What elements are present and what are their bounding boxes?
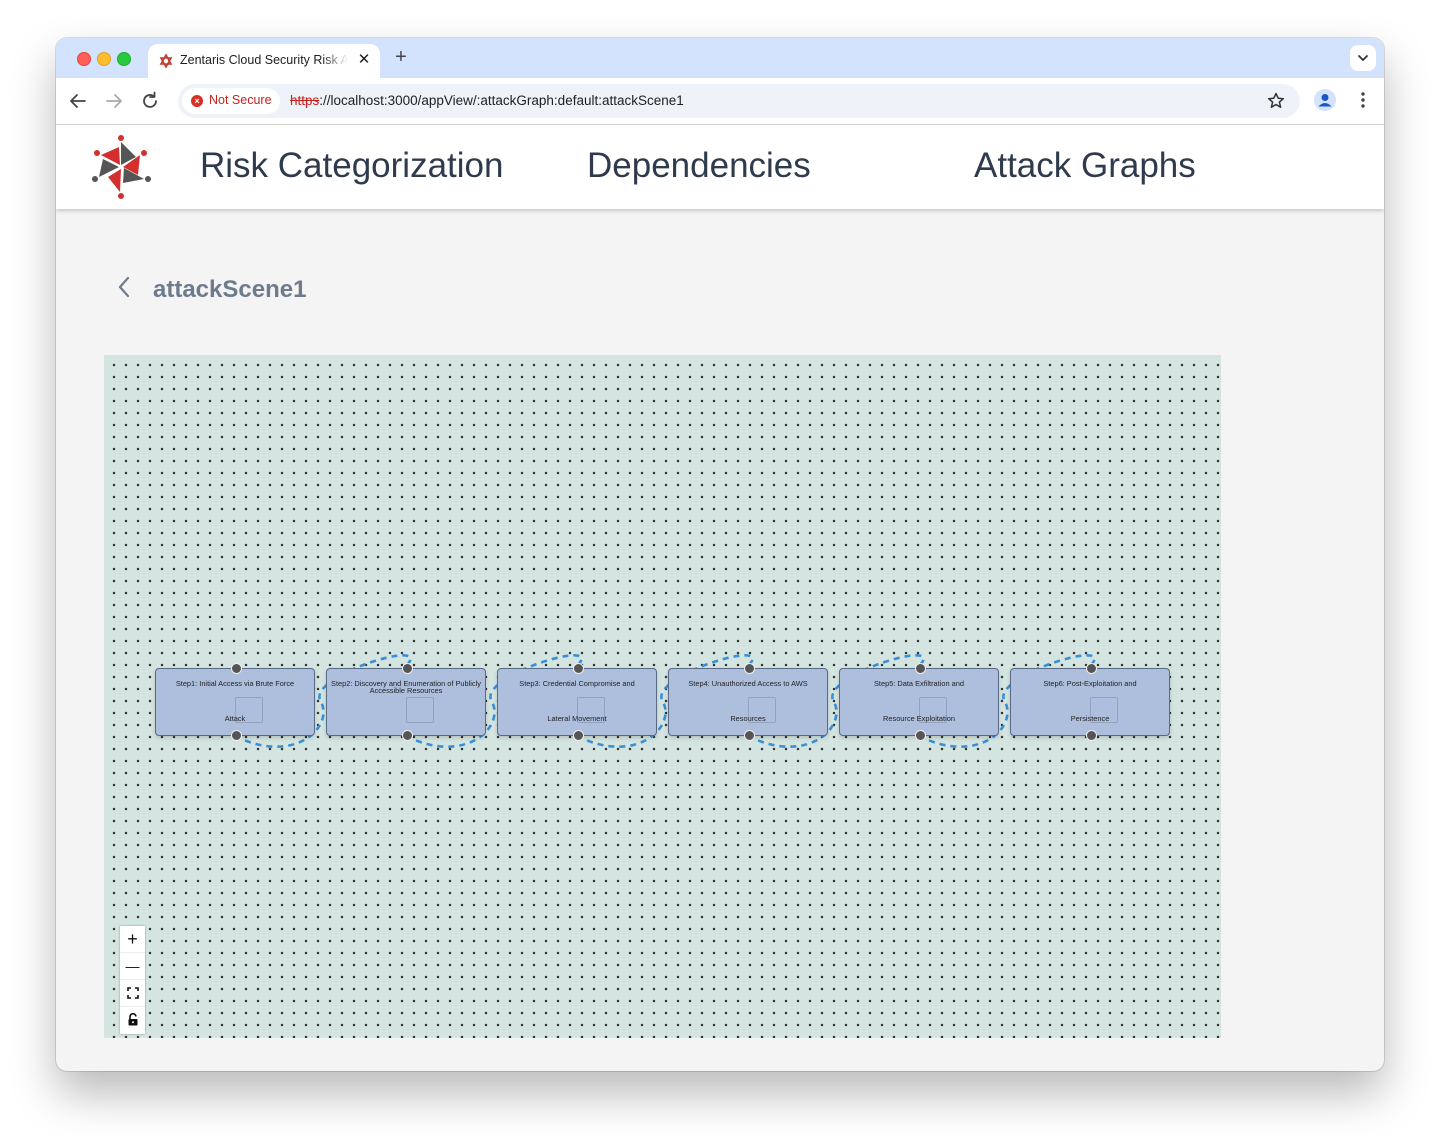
fit-view-button[interactable] [120, 980, 145, 1007]
graph-node-step6[interactable]: Step6: Post-Exploitation and Persistence [1010, 663, 1170, 741]
node-handle-top[interactable] [915, 663, 926, 674]
node-handle-bottom[interactable] [1086, 730, 1097, 741]
minimize-window-button[interactable] [97, 52, 111, 66]
tab-strip: Zentaris Cloud Security Risk Assessment … [56, 38, 1384, 78]
security-chip-label: Not Secure [209, 93, 272, 107]
url-path: ://localhost:3000/appView/:attackGraph:d… [319, 93, 684, 108]
lock-button[interactable] [120, 1007, 145, 1033]
browser-window: Zentaris Cloud Security Risk Assessment … [56, 38, 1384, 1071]
maximize-window-button[interactable] [117, 52, 131, 66]
zoom-in-button[interactable]: + [120, 926, 145, 953]
node-handle-bottom[interactable] [402, 730, 413, 741]
warning-icon: × [191, 95, 203, 107]
tab-close-button[interactable]: ✕ [356, 52, 372, 68]
zentaris-logo-icon [92, 135, 151, 199]
browser-tab[interactable]: Zentaris Cloud Security Risk Assessment … [148, 44, 380, 78]
node-label: Step4: Unauthorized Access to AWS [688, 679, 808, 688]
nav-dependencies[interactable]: Dependencies [587, 146, 811, 186]
url-text: https://localhost:3000/appView/:attackGr… [290, 93, 684, 108]
node-handle-bottom[interactable] [231, 730, 242, 741]
node-handle-bottom[interactable] [915, 730, 926, 741]
browser-toolbar: × Not Secure https://localhost:3000/appV… [56, 78, 1384, 125]
menu-kebab-icon[interactable] [1352, 89, 1374, 111]
profile-avatar-icon[interactable] [1314, 89, 1336, 111]
forward-arrow-icon[interactable] [102, 89, 126, 113]
node-icon-placeholder [406, 697, 434, 723]
new-tab-button[interactable]: + [390, 46, 412, 68]
graph-node-step2[interactable]: Step2: Discovery and Enumeration of Publ… [326, 663, 486, 741]
tab-search-button[interactable] [1350, 45, 1376, 71]
reload-icon[interactable] [138, 89, 162, 113]
graph-node-step5[interactable]: Step5: Data Exfiltration and Resource Ex… [839, 663, 999, 741]
graph-node-step1[interactable]: Step1: Initial Access via Brute Force At… [155, 663, 315, 741]
bookmark-star-icon[interactable] [1266, 91, 1286, 111]
node-handle-top[interactable] [231, 663, 242, 674]
favicon-icon [159, 53, 173, 69]
close-window-button[interactable] [77, 52, 91, 66]
node-handle-top[interactable] [573, 663, 584, 674]
node-handle-bottom[interactable] [744, 730, 755, 741]
node-icon-placeholder [1090, 697, 1118, 723]
node-icon-placeholder [919, 697, 947, 723]
node-label: Step3: Credential Compromise and [519, 679, 635, 688]
node-icon-placeholder [577, 697, 605, 723]
node-handle-top[interactable] [1086, 663, 1097, 674]
attack-graph-canvas[interactable]: Step1: Initial Access via Brute Force At… [104, 355, 1221, 1038]
zoom-out-button[interactable]: — [120, 953, 145, 980]
url-scheme: https [290, 93, 320, 108]
page-title: attackScene1 [153, 276, 307, 303]
node-label: Step2: Discovery and Enumeration of Publ… [331, 679, 481, 695]
node-handle-top[interactable] [402, 663, 413, 674]
node-handle-top[interactable] [744, 663, 755, 674]
node-label: Step6: Post-Exploitation and [1043, 679, 1137, 688]
chevron-left-icon[interactable] [114, 274, 134, 300]
security-chip[interactable]: × Not Secure [182, 88, 280, 114]
node-label: Step1: Initial Access via Brute Force [175, 679, 295, 688]
node-icon-placeholder [235, 697, 263, 723]
node-icon-placeholder [748, 697, 776, 723]
app-header: Risk Categorization Dependencies Attack … [56, 125, 1384, 209]
node-handle-bottom[interactable] [573, 730, 584, 741]
graph-node-step3[interactable]: Step3: Credential Compromise and Lateral… [497, 663, 657, 741]
back-arrow-icon[interactable] [66, 89, 90, 113]
lock-icon [128, 1012, 137, 1026]
fit-view-icon [126, 987, 139, 999]
graph-node-step4[interactable]: Step4: Unauthorized Access to AWS Resour… [668, 663, 828, 741]
graph-controls: + — [120, 926, 145, 1034]
chevron-down-icon [1358, 55, 1368, 61]
node-label: Step5: Data Exfiltration and [874, 679, 964, 688]
tab-title: Zentaris Cloud Security Risk Assessment [180, 53, 348, 67]
address-bar[interactable]: × Not Secure https://localhost:3000/appV… [178, 84, 1300, 118]
nav-attack-graphs[interactable]: Attack Graphs [974, 146, 1196, 186]
nav-risk-categorization[interactable]: Risk Categorization [200, 146, 503, 186]
